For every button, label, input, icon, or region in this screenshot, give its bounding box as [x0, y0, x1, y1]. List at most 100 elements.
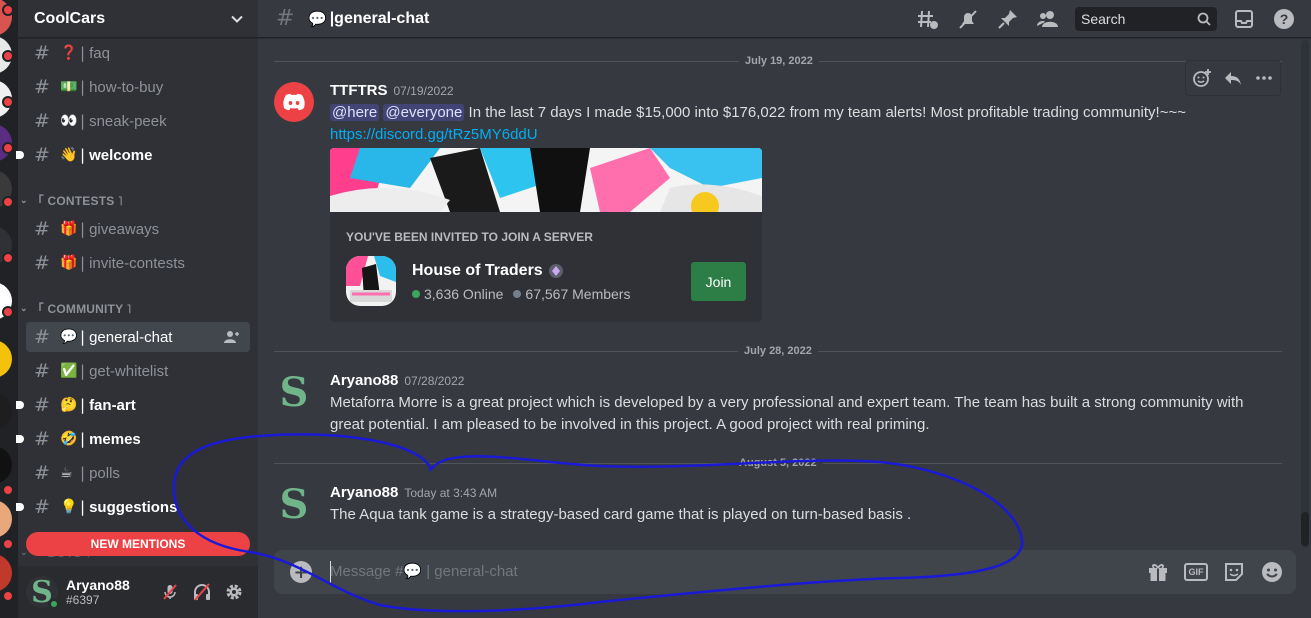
channel-label: polls [89, 464, 120, 482]
server-invite-embed: YOU'VE BEEN INVITED TO JOIN A SERVER Hou… [330, 148, 762, 322]
channel-item-sneak-peek[interactable]: # 👀 | sneak-peek [26, 106, 250, 136]
hash-icon: # [34, 394, 50, 416]
hash-icon: # [34, 110, 50, 132]
mention-badge [2, 484, 14, 496]
user-settings-button[interactable] [218, 576, 250, 608]
mention-badge [2, 50, 14, 62]
scrollbar-track[interactable] [1301, 40, 1309, 548]
invite-stats: 3,636 Online 67,567 Members [412, 286, 630, 302]
channel-label: faq [89, 44, 110, 62]
help-button[interactable]: ? [1271, 6, 1297, 32]
search-input[interactable]: Search [1075, 7, 1217, 31]
pin-icon [998, 10, 1017, 29]
category-label: 「 COMMUNITY ˥ [31, 301, 132, 316]
gift-button[interactable] [1146, 560, 1170, 584]
hash-icon: # [34, 428, 50, 450]
server-icon[interactable] [0, 340, 12, 378]
discord-logo-icon [283, 94, 305, 111]
unread-indicator [16, 503, 24, 511]
channel-item-faq[interactable]: # ❓ | faq [26, 38, 250, 68]
gift-icon: 🎁 [60, 221, 78, 237]
avatar[interactable]: S [26, 575, 60, 610]
category-label: 「 CONTESTS ˥ [31, 193, 123, 208]
thinking-face-icon: 🤔 [60, 397, 78, 413]
mention-here[interactable]: @here [330, 104, 380, 121]
message-content: @here @everyone In the last 7 days I mad… [330, 104, 1186, 143]
guild-header[interactable]: CoolCars [18, 0, 258, 38]
mention-badge [2, 590, 14, 602]
speech-bubble-icon: 💬 [60, 329, 78, 345]
category-community[interactable]: ⌄ 「 COMMUNITY ˥ [20, 298, 250, 318]
message-actions [1185, 60, 1281, 96]
join-server-button[interactable]: Join [691, 262, 746, 301]
avatar[interactable]: S [274, 481, 314, 528]
invite-server-name[interactable]: House of Traders [412, 262, 563, 280]
hash-icon: # [34, 42, 50, 64]
channel-item-general-chat[interactable]: # 💬 | general-chat [26, 322, 250, 352]
avatar[interactable]: S [274, 369, 314, 416]
scrollbar-thumb[interactable] [1301, 512, 1309, 546]
channel-title: |general-chat [329, 9, 430, 27]
channel-item-giveaways[interactable]: # 🎁 | giveaways [26, 214, 250, 244]
add-reaction-icon[interactable] [1192, 68, 1212, 88]
hash-icon: # [276, 6, 295, 31]
unread-indicator [16, 151, 24, 159]
guild-name: CoolCars [34, 9, 106, 27]
emoji-button[interactable] [1260, 560, 1284, 584]
invite-link[interactable]: https://discord.gg/tRz5MY6ddU [330, 126, 538, 143]
channel-item-polls[interactable]: # ☕ | polls [26, 458, 250, 488]
server-icon[interactable] [0, 446, 12, 484]
channel-item-invite-contests[interactable]: # 🎁 | invite-contests [26, 248, 250, 278]
speech-bubble-icon: 💬 [308, 9, 327, 28]
unread-indicator [16, 435, 24, 443]
mute-button[interactable] [154, 576, 186, 608]
channel-item-fan-art[interactable]: # 🤔 | fan-art [16, 390, 250, 420]
category-contests[interactable]: ⌄ 「 CONTESTS ˥ [20, 190, 250, 210]
channel-item-how-to-buy[interactable]: # 💵 | how-to-buy [26, 72, 250, 102]
server-icon[interactable] [0, 500, 12, 538]
svg-text:?: ? [1280, 11, 1289, 27]
channel-item-suggestions[interactable]: # 💡 | suggestions [16, 492, 250, 522]
ballot-icon: ☕ [60, 465, 73, 481]
channel-label: fan-art [89, 396, 136, 414]
channel-item-get-whitelist[interactable]: # ✅ | get-whitelist [26, 356, 250, 386]
chevron-down-icon: ⌄ [20, 302, 28, 313]
deafen-button[interactable] [186, 576, 218, 608]
message-placeholder: Message #💬 | general-chat [330, 563, 518, 580]
muted-microphone-icon [163, 584, 177, 600]
upload-plus-icon[interactable]: + [290, 561, 312, 583]
date-label: July 28, 2022 [738, 345, 818, 357]
channel-label: memes [89, 430, 141, 448]
avatar[interactable] [274, 82, 314, 122]
wave-icon: 👋 [60, 147, 78, 163]
server-icon[interactable] [346, 256, 396, 306]
check-icon: ✅ [60, 363, 78, 379]
member-list-button[interactable] [1035, 6, 1061, 32]
add-member-icon[interactable] [224, 330, 240, 344]
message-author[interactable]: Aryano88 Today at 3:43 AM [330, 484, 497, 501]
pinned-messages-button[interactable] [995, 6, 1021, 32]
message-timestamp: 07/19/2022 [393, 84, 454, 98]
more-options-icon[interactable] [1254, 68, 1274, 88]
server-icon[interactable] [0, 554, 12, 592]
channel-item-memes[interactable]: # 🤣 | memes [16, 424, 250, 454]
threads-button[interactable] [915, 6, 941, 32]
eyes-icon: 👀 [60, 113, 78, 129]
message-author[interactable]: Aryano88 07/28/2022 [330, 372, 464, 389]
new-mentions-button[interactable]: NEW MENTIONS [26, 532, 250, 556]
search-icon [1197, 12, 1211, 26]
notification-settings-button[interactable] [955, 6, 981, 32]
channel-item-welcome[interactable]: # 👋 | welcome [16, 140, 250, 170]
channel-label: sneak-peek [89, 112, 167, 130]
mention-everyone[interactable]: @everyone [383, 104, 465, 121]
user-discriminator: #6397 [66, 593, 100, 607]
gif-button[interactable]: GIF [1184, 560, 1208, 584]
message-input[interactable]: + Message #💬 | general-chat GIF [274, 550, 1296, 594]
reply-icon[interactable] [1223, 68, 1243, 88]
members-dot-icon [513, 290, 522, 298]
inbox-button[interactable] [1231, 6, 1257, 32]
server-icon[interactable] [0, 392, 12, 430]
channel-header: # 💬 |general-chat Search ? [258, 0, 1311, 38]
sticker-button[interactable] [1222, 560, 1246, 584]
message-author[interactable]: TTFTRS 07/19/2022 [330, 82, 454, 99]
